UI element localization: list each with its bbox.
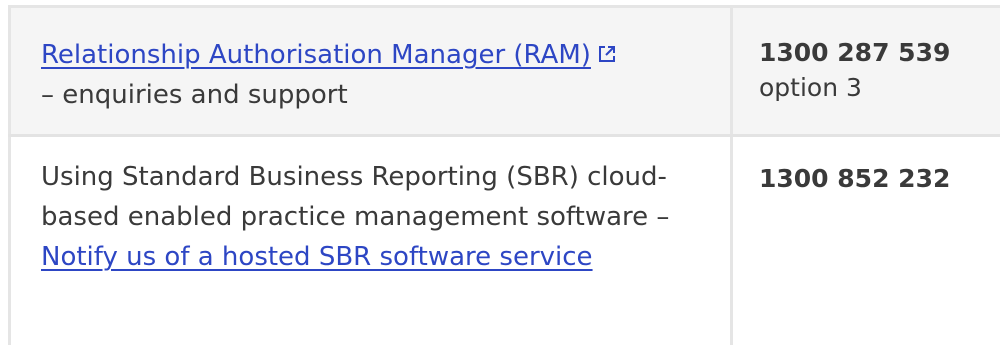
phone-block: 1300 287 539 option 3: [759, 35, 950, 105]
contact-table: Relationship Authorisation Manager (RAM)…: [8, 5, 1000, 345]
ram-link[interactable]: Relationship Authorisation Manager (RAM): [41, 40, 591, 70]
service-description: Using Standard Business Reporting (SBR) …: [41, 157, 701, 277]
phone-option: option 3: [759, 73, 862, 102]
service-text: Using Standard Business Reporting (SBR) …: [41, 162, 670, 232]
phone-number: 1300 287 539: [759, 38, 951, 67]
notify-link-text[interactable]: Notify us of a hosted SBR software servi…: [41, 242, 593, 272]
ram-link-text[interactable]: Relationship Authorisation Manager (RAM): [41, 40, 591, 70]
table-row: Relationship Authorisation Manager (RAM)…: [8, 8, 1000, 137]
service-cell: Using Standard Business Reporting (SBR) …: [8, 137, 733, 345]
service-description: Relationship Authorisation Manager (RAM)…: [41, 35, 617, 115]
external-link-icon[interactable]: [597, 36, 617, 62]
phone-block: 1300 852 232: [759, 161, 950, 196]
phone-number: 1300 852 232: [759, 164, 951, 193]
service-cell: Relationship Authorisation Manager (RAM)…: [8, 8, 733, 134]
phone-cell: 1300 287 539 option 3: [733, 8, 1000, 134]
table-row: Using Standard Business Reporting (SBR) …: [8, 137, 1000, 345]
notify-hosted-sbr-link[interactable]: Notify us of a hosted SBR software servi…: [41, 242, 593, 272]
phone-cell: 1300 852 232: [733, 137, 1000, 345]
service-subtitle: – enquiries and support: [41, 80, 348, 110]
